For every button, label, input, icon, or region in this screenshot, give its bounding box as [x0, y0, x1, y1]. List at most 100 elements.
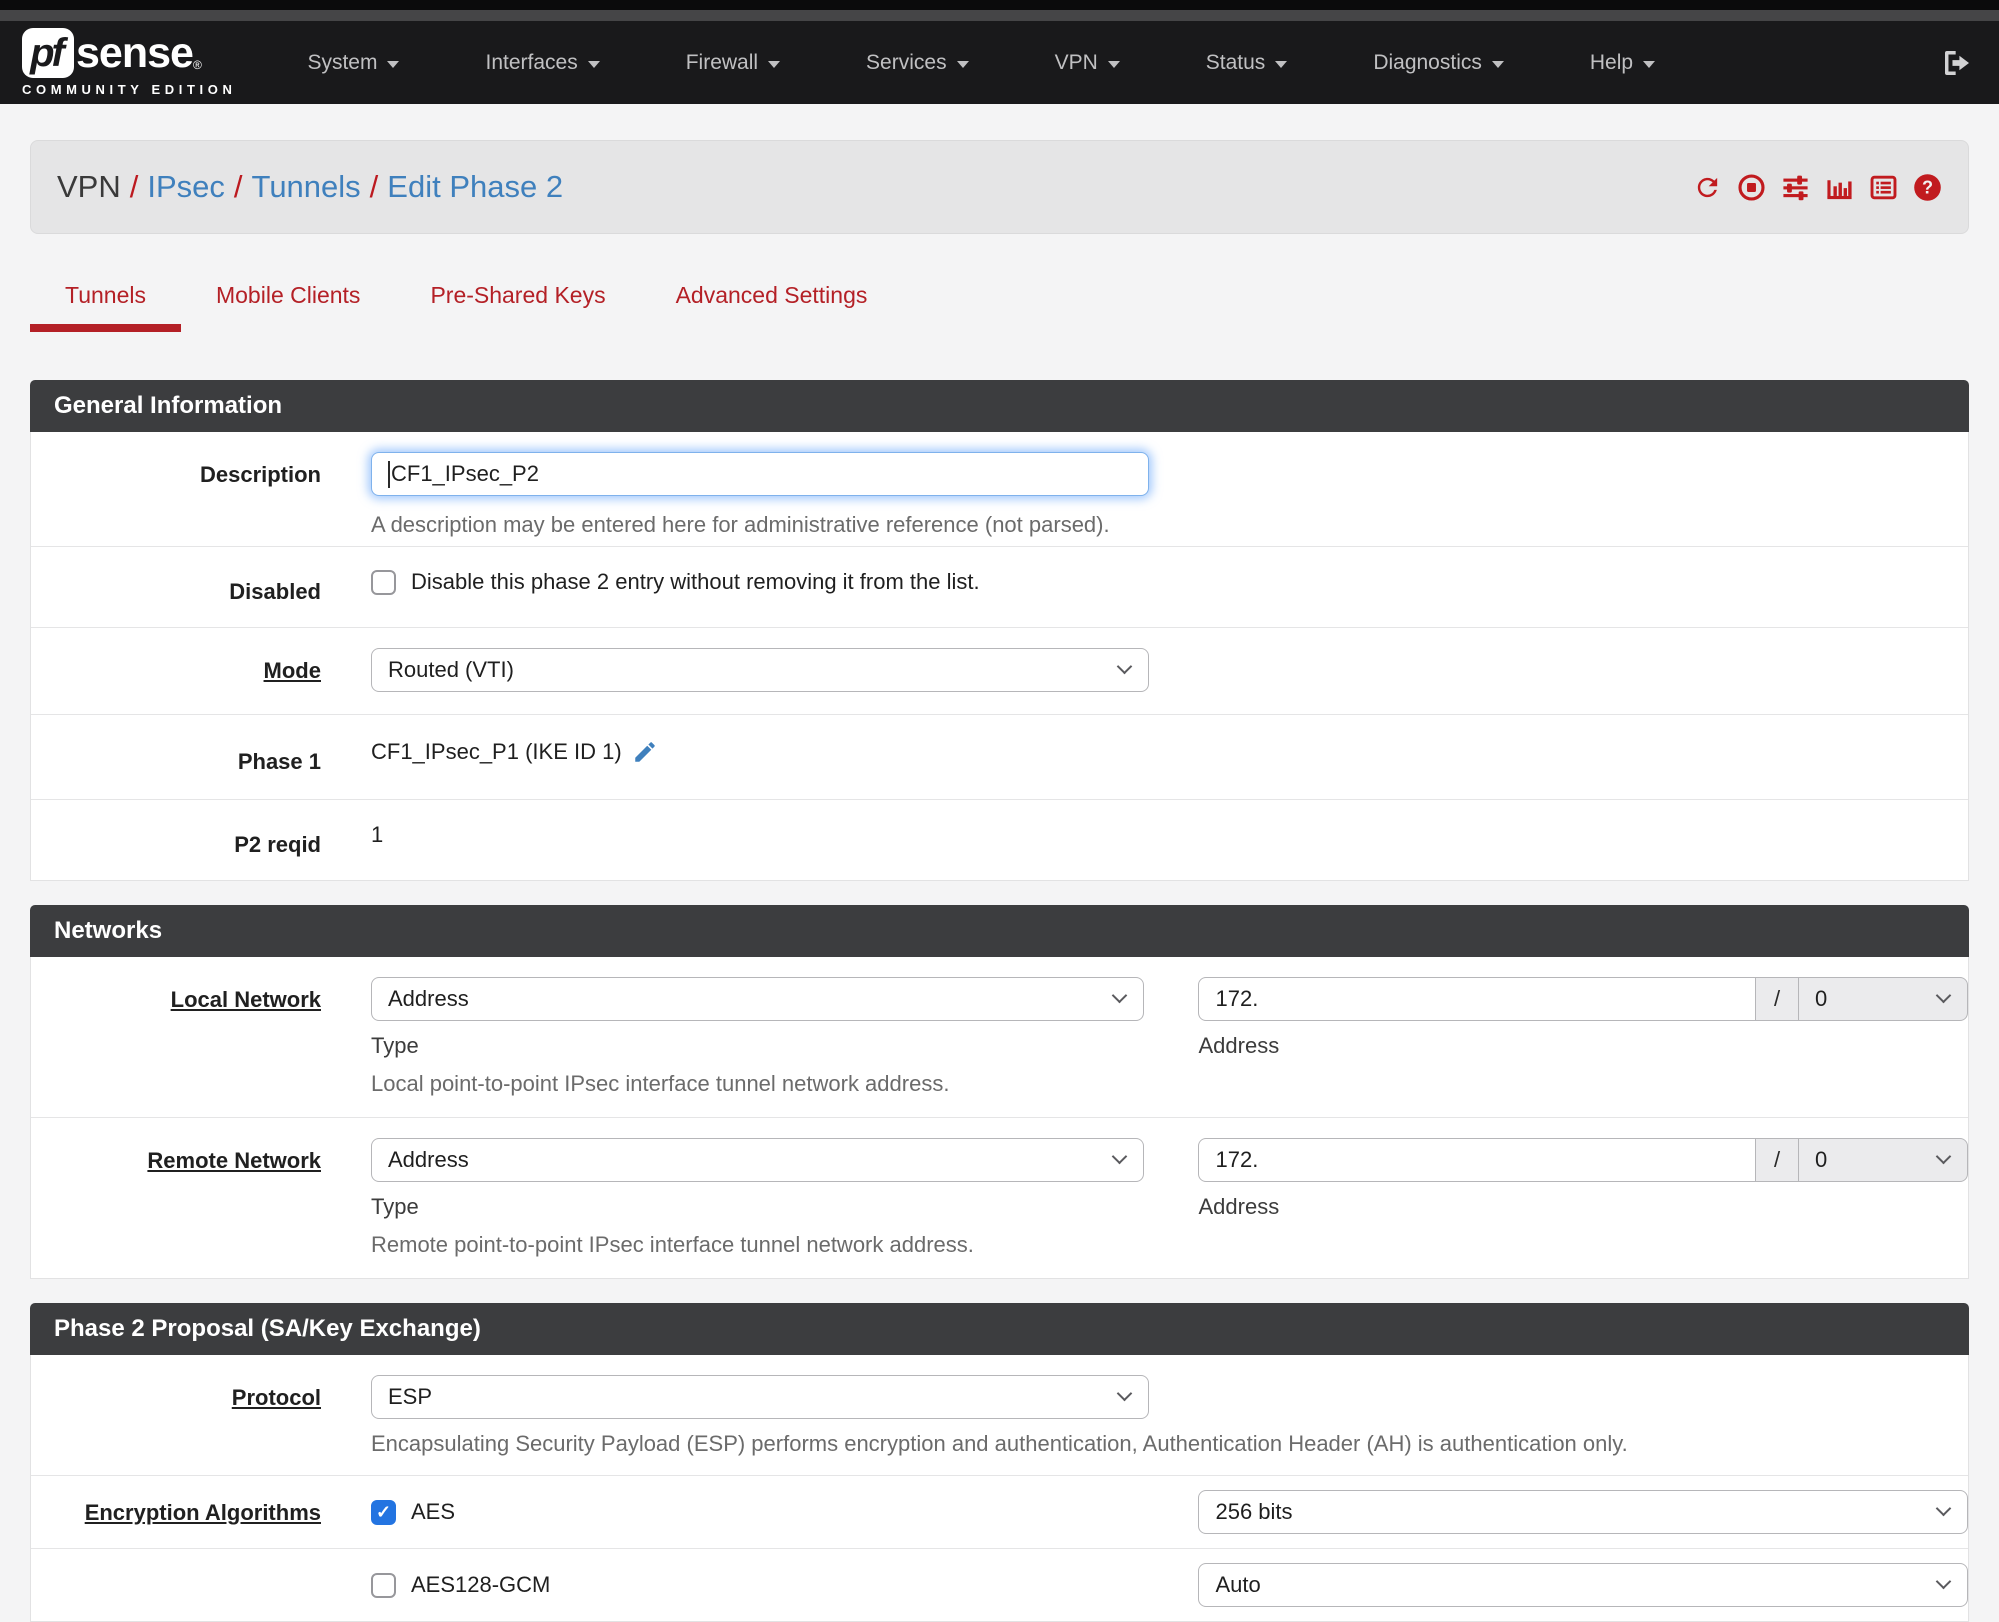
form-row-disabled: Disabled Disable this phase 2 entry with… [31, 547, 1968, 628]
nav-item-label: Status [1205, 50, 1266, 74]
nav-item-label: System [307, 50, 378, 74]
disabled-checkbox-label: Disable this phase 2 entry without remov… [411, 569, 980, 594]
p2reqid-label: P2 reqid [234, 832, 321, 857]
nav-item-system[interactable]: System [264, 21, 442, 104]
chevron-down-icon [1112, 1148, 1128, 1165]
local-network-help-text: Local point-to-point IPsec interface tun… [371, 1071, 950, 1096]
nav-item-label: Help [1589, 50, 1634, 74]
header-action-icons: ? [1693, 173, 1942, 202]
nav-item-label: VPN [1054, 50, 1098, 74]
panel-title: Networks [30, 905, 1969, 957]
local-network-address-value: 172. [1215, 986, 1259, 1011]
chevron-down-icon [768, 60, 781, 68]
bar-chart-icon[interactable] [1825, 173, 1854, 202]
chevron-down-icon [1935, 1500, 1952, 1517]
nav-item-help[interactable]: Help [1547, 21, 1698, 104]
panel-general-information: General Information Description CF1_IPse… [30, 380, 1969, 881]
remote-network-address-input[interactable]: 172. [1198, 1138, 1756, 1182]
remote-network-mask-select[interactable]: 0 [1798, 1138, 1968, 1182]
description-input[interactable]: CF1_IPsec_P2 [371, 452, 1149, 496]
nav-item-services[interactable]: Services [823, 21, 1012, 104]
breadcrumb-link-edit-phase-2[interactable]: Edit Phase 2 [387, 169, 563, 205]
breadcrumb-link-tunnels[interactable]: Tunnels [252, 169, 361, 205]
local-network-mask-value: 0 [1815, 986, 1828, 1011]
tab-tunnels[interactable]: Tunnels [30, 282, 181, 332]
protocol-select[interactable]: ESP [371, 1375, 1149, 1419]
panel-phase2-proposal: Phase 2 Proposal (SA/Key Exchange) Proto… [30, 1303, 1969, 1622]
registered-mark: ® [192, 58, 202, 72]
edition-label: COMMUNITY EDITION [22, 82, 237, 97]
tab-mobile-clients[interactable]: Mobile Clients [181, 282, 395, 332]
chevron-down-icon [587, 60, 600, 68]
chevron-down-icon [1116, 1385, 1133, 1402]
tab-advanced-settings[interactable]: Advanced Settings [641, 282, 903, 332]
local-network-mask-select[interactable]: 0 [1798, 977, 1968, 1021]
refresh-icon[interactable] [1693, 173, 1722, 202]
remote-network-mask-value: 0 [1815, 1147, 1828, 1172]
tab-bar: Tunnels Mobile Clients Pre-Shared Keys A… [30, 234, 1969, 332]
chevron-down-icon [1935, 1148, 1952, 1165]
disabled-label: Disabled [229, 579, 321, 604]
nav-item-interfaces[interactable]: Interfaces [442, 21, 642, 104]
sliders-icon[interactable] [1781, 173, 1810, 202]
mode-label: Mode [263, 658, 321, 683]
remote-network-type-value: Address [388, 1147, 469, 1172]
chevron-down-icon [1112, 987, 1128, 1004]
breadcrumb: VPN / IPsec / Tunnels / Edit Phase 2 [57, 169, 563, 205]
encryption-algorithms-label: Encryption Algorithms [84, 1500, 321, 1525]
mode-select-value: Routed (VTI) [388, 657, 514, 682]
aes128gcm-checkbox[interactable] [371, 1572, 396, 1598]
nav-item-label: Interfaces [485, 50, 578, 74]
spacer-label [31, 1563, 321, 1607]
chevron-down-icon [1275, 60, 1288, 68]
aes-keylen-select[interactable]: 256 bits [1198, 1490, 1968, 1534]
local-network-label: Local Network [170, 987, 321, 1012]
panel-title: Phase 2 Proposal (SA/Key Exchange) [30, 1303, 1969, 1355]
disabled-checkbox[interactable] [371, 569, 396, 595]
phase1-label: Phase 1 [237, 749, 321, 774]
breadcrumb-link-ipsec[interactable]: IPsec [147, 169, 225, 205]
list-icon[interactable] [1869, 173, 1898, 202]
window-top-edge [0, 0, 1999, 10]
mode-select[interactable]: Routed (VTI) [371, 648, 1149, 692]
form-row-protocol: Protocol ESP Encapsulating Security Payl… [31, 1355, 1968, 1476]
edit-pencil-icon[interactable] [632, 739, 658, 765]
nav-item-diagnostics[interactable]: Diagnostics [1330, 21, 1547, 104]
form-row-encryption-aes: Encryption Algorithms ✓ AES 256 bits [31, 1476, 1968, 1549]
phase1-value: CF1_IPsec_P1 (IKE ID 1) [371, 739, 622, 764]
chevron-down-icon [956, 60, 969, 68]
remote-network-type-select[interactable]: Address [371, 1138, 1145, 1182]
remote-network-help-text: Remote point-to-point IPsec interface tu… [371, 1232, 974, 1257]
tab-label: Advanced Settings [675, 282, 868, 308]
nav-item-firewall[interactable]: Firewall [643, 21, 823, 104]
chevron-down-icon [1935, 987, 1952, 1004]
breadcrumb-separator: / [233, 169, 243, 204]
main-navbar: pf sense ® COMMUNITY EDITION System Inte… [0, 21, 1999, 104]
description-label: Description [199, 462, 321, 487]
chevron-down-icon [1491, 60, 1504, 68]
nav-item-vpn[interactable]: VPN [1012, 21, 1163, 104]
chevron-down-icon [1935, 1573, 1952, 1590]
aes-checkbox-label: AES [411, 1499, 456, 1524]
pf-logo-box: pf [22, 28, 74, 78]
local-network-type-select[interactable]: Address [371, 977, 1145, 1021]
page-header: VPN / IPsec / Tunnels / Edit Phase 2 ? [30, 140, 1969, 234]
aes-checkbox[interactable]: ✓ [371, 1499, 396, 1525]
logout-icon[interactable] [1941, 47, 1973, 79]
aes128gcm-keylen-select[interactable]: Auto [1198, 1563, 1968, 1607]
nav-item-status[interactable]: Status [1163, 21, 1331, 104]
protocol-label: Protocol [231, 1385, 321, 1410]
local-network-type-value: Address [388, 986, 469, 1011]
form-row-mode: Mode Routed (VTI) [31, 628, 1968, 715]
stop-circle-icon[interactable] [1737, 173, 1766, 202]
form-row-local-network: Local Network Address Type 172. / 0 Addr… [31, 957, 1968, 1118]
nav-menu: System Interfaces Firewall Services VPN … [264, 21, 1698, 104]
remote-network-label: Remote Network [147, 1148, 321, 1173]
local-network-address-input[interactable]: 172. [1198, 977, 1756, 1021]
aes-keylen-value: 256 bits [1215, 1499, 1293, 1524]
chevron-down-icon [1643, 60, 1656, 68]
question-circle-icon[interactable]: ? [1913, 173, 1942, 202]
panel-title: General Information [30, 380, 1969, 432]
form-row-encryption-aes128gcm: AES128-GCM Auto [31, 1549, 1968, 1621]
tab-pre-shared-keys[interactable]: Pre-Shared Keys [395, 282, 640, 332]
